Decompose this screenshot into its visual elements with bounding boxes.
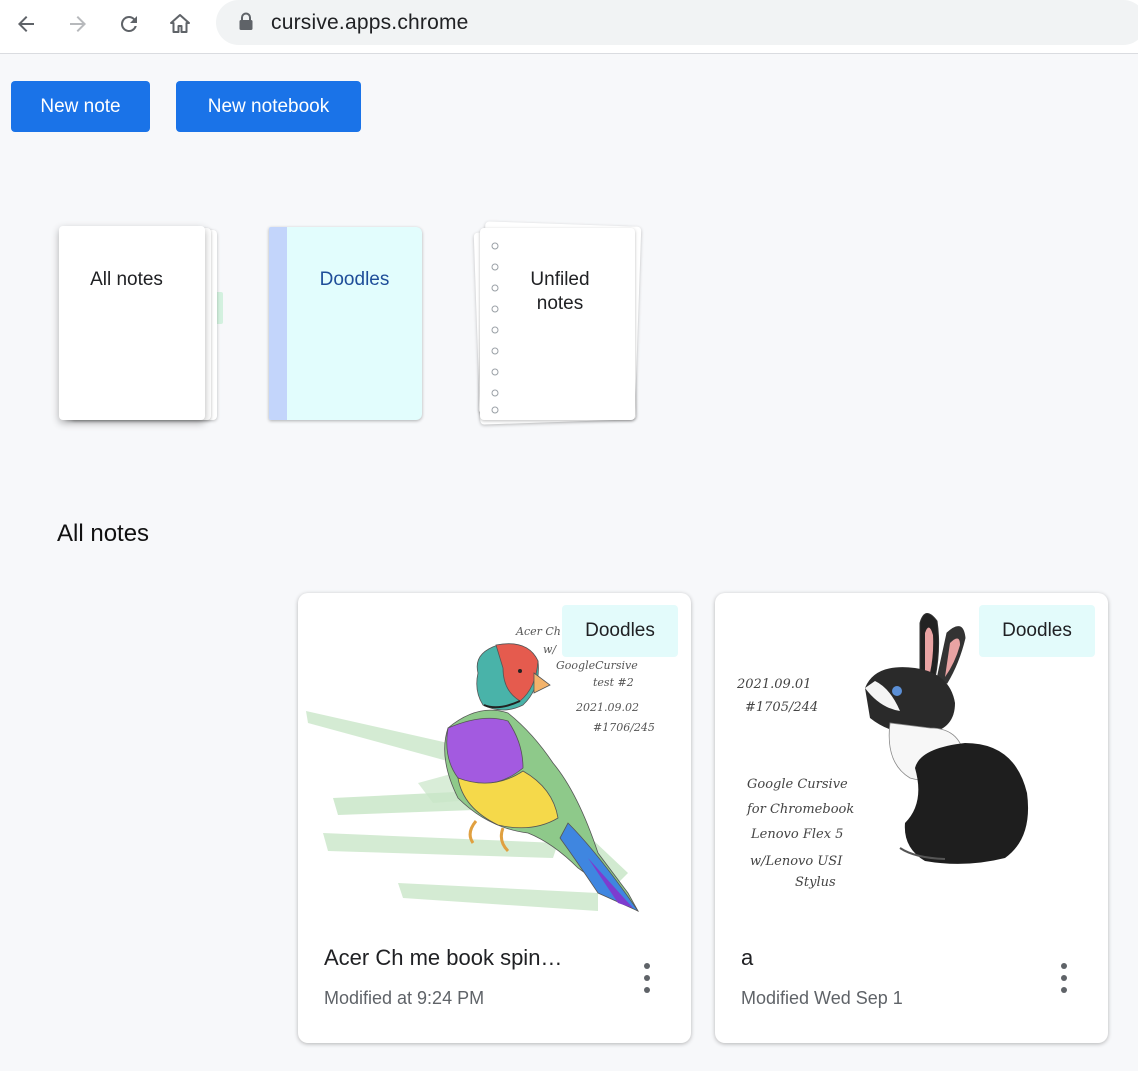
handwriting-line: #1705/244 [745,700,818,715]
more-options-icon[interactable] [1058,963,1070,993]
handwriting-line: Acer Ch [515,625,561,638]
handwriting-line: Stylus [795,875,836,890]
back-button[interactable] [8,6,44,42]
notebook-all-notes[interactable]: All notes [59,226,229,426]
notebook-label: All notes [90,269,163,290]
browser-toolbar: cursive.apps.chrome [0,0,1138,54]
forward-button[interactable] [60,6,96,42]
handwriting-line: 2021.09.01 [736,677,811,692]
note-card[interactable]: 2021.09.01 #1705/244 Google Cursive for … [715,593,1108,1043]
handwriting-line: 2021.09.02 [575,701,639,714]
notebook-cover [269,227,422,420]
home-icon [170,14,190,33]
handwriting-line: Lenovo Flex 5 [750,827,843,842]
new-notebook-button[interactable]: New notebook [176,81,361,132]
forward-icon [70,16,86,32]
handwriting-line: w/Lenovo USI [750,854,843,869]
notebook-label: Doodles [319,269,390,290]
notebook-doodles[interactable]: Doodles [269,227,422,421]
handwriting-line: GoogleCursive [556,659,638,672]
handwriting-line: w/ [543,643,557,656]
notebook-unfiled-notes[interactable]: Unfiled notes [473,221,644,427]
handwriting-line: test #2 [593,676,634,689]
more-options-icon[interactable] [641,963,653,993]
reload-button[interactable] [111,6,147,42]
note-modified: Modified at 9:24 PM [324,988,485,1008]
notebook-label: Unfiled notes [530,269,590,314]
url-text: cursive.apps.chrome [271,11,469,34]
notebook-page [480,228,635,420]
handwriting-line: #1706/245 [593,721,655,734]
note-modified: Modified Wed Sep 1 [741,988,903,1008]
handwriting-line: for Chromebook [746,802,854,817]
address-bar[interactable]: cursive.apps.chrome [216,0,1138,45]
new-note-button[interactable]: New note [11,81,150,132]
reload-icon [121,15,137,32]
notebook-chip[interactable]: Doodles [979,605,1095,657]
lock-icon [239,12,253,30]
notebook-chip[interactable]: Doodles [562,605,678,657]
home-button[interactable] [162,6,198,42]
section-title: All notes [57,520,150,547]
note-card[interactable]: Acer Ch w/ GoogleCursive test #2 2021.09… [298,593,691,1043]
back-icon [18,16,34,32]
note-title: Acer Ch me book spin… [324,945,563,970]
ring-holes [491,242,499,414]
note-title: a [741,945,754,970]
handwriting-line: Google Cursive [747,777,848,792]
notebook-spine [269,227,287,420]
